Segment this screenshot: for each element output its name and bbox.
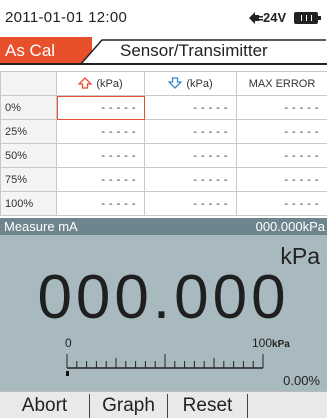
table-row: 0% ----- ----- ----- xyxy=(0,95,327,120)
graph-button[interactable]: Graph xyxy=(90,394,168,418)
max-error-cell: ----- xyxy=(236,191,327,216)
down-value-cell[interactable]: ----- xyxy=(144,95,237,120)
scale-min-label: 0 xyxy=(65,336,72,350)
down-value-cell[interactable]: ----- xyxy=(144,143,237,168)
tab-sensor-transmitter-label: Sensor/Transimitter xyxy=(120,41,268,60)
max-error-cell: ----- xyxy=(236,119,327,144)
abort-button[interactable]: Abort xyxy=(0,394,90,418)
voltage-label: 24V xyxy=(263,10,287,25)
power-status: 24V xyxy=(249,9,324,29)
calibration-table: (kPa) (kPa) MAX ERROR 0% ----- ----- ---… xyxy=(0,71,327,216)
up-value-cell[interactable]: ----- xyxy=(56,191,145,216)
measure-bar: Measure mA 000.000kPa xyxy=(0,218,327,235)
reset-button[interactable]: Reset xyxy=(168,394,248,418)
max-error-cell: ----- xyxy=(236,167,327,192)
up-value-cell[interactable]: ----- xyxy=(56,119,145,144)
measure-label: Measure mA xyxy=(4,219,78,234)
row-label: 100% xyxy=(0,191,57,216)
scale-max-label: 100kPa xyxy=(252,336,290,350)
table-header-down: (kPa) xyxy=(144,71,237,96)
table-header-max-error: MAX ERROR xyxy=(236,71,327,96)
table-row: 50% ----- ----- ----- xyxy=(0,143,327,168)
bottom-toolbar: Abort Graph Reset xyxy=(0,391,327,418)
table-header-up-label: (kPa) xyxy=(96,78,123,90)
status-bar: 2011-01-01 12:00 24V xyxy=(0,0,327,37)
table-header-up: (kPa) xyxy=(56,71,145,96)
tab-underline xyxy=(0,63,327,65)
table-row: 100% ----- ----- ----- xyxy=(0,191,327,216)
down-arrow-icon xyxy=(168,77,183,89)
scale-max-value: 100 xyxy=(252,336,273,350)
datetime-label: 2011-01-01 12:00 xyxy=(5,9,128,26)
table-row: 25% ----- ----- ----- xyxy=(0,119,327,144)
up-value-cell[interactable]: ----- xyxy=(56,167,145,192)
up-value-cell[interactable]: ----- xyxy=(56,143,145,168)
table-header-row: (kPa) (kPa) MAX ERROR xyxy=(0,71,327,96)
row-label: 75% xyxy=(0,167,57,192)
down-value-cell[interactable]: ----- xyxy=(144,167,237,192)
scale-ruler xyxy=(66,354,264,376)
plug-icon xyxy=(249,12,263,24)
max-error-cell: ----- xyxy=(236,143,327,168)
row-label: 25% xyxy=(0,119,57,144)
up-value-cell[interactable]: ----- xyxy=(56,95,145,120)
mode-tabs: As Cal Sensor/Transimitter xyxy=(0,37,327,65)
percent-label: 0.00% xyxy=(283,373,320,388)
main-reading: 000.000 xyxy=(37,263,290,332)
table-header-down-label: (kPa) xyxy=(186,78,213,90)
table-header-blank xyxy=(0,71,57,96)
reading-panel: kPa 000.000 0 100kPa 0.00% xyxy=(0,235,327,391)
row-label: 50% xyxy=(0,143,57,168)
level-marker xyxy=(66,371,69,376)
table-row: 75% ----- ----- ----- xyxy=(0,167,327,192)
down-value-cell[interactable]: ----- xyxy=(144,191,237,216)
tab-as-cal[interactable]: As Cal xyxy=(0,37,92,65)
scale-max-unit: kPa xyxy=(272,339,290,350)
max-error-cell: ----- xyxy=(236,95,327,120)
battery-icon xyxy=(294,12,321,24)
tab-sensor-transmitter[interactable]: Sensor/Transimitter xyxy=(80,39,326,65)
measure-value: 000.000kPa xyxy=(255,219,325,234)
down-value-cell[interactable]: ----- xyxy=(144,119,237,144)
row-label: 0% xyxy=(0,95,57,120)
up-arrow-icon xyxy=(78,77,93,89)
